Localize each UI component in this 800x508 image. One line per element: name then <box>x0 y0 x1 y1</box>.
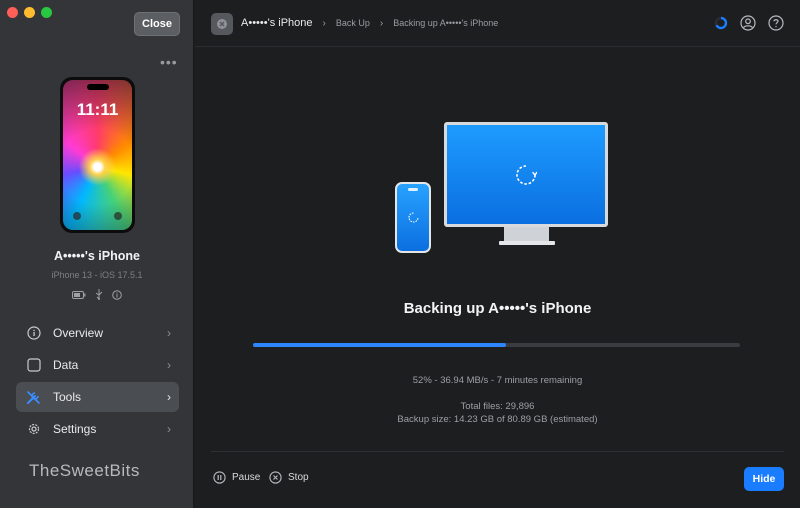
topbar-actions <box>714 15 784 36</box>
breadcrumb-current: Backing up A•••••'s iPhone <box>393 18 499 28</box>
flashlight-icon <box>73 212 81 220</box>
topbar: A•••••'s iPhone › Back Up › Backing up A… <box>195 0 800 46</box>
info-icon[interactable] <box>112 289 122 300</box>
sidebar: Close ••• 11:11 A•••••'s iPhone iPhone 1… <box>0 0 194 508</box>
watermark: TheSweetBits <box>29 461 140 480</box>
breadcrumb-step[interactable]: Back Up <box>336 18 370 28</box>
gear-icon <box>26 422 41 437</box>
pause-label: Pause <box>232 472 261 483</box>
stop-icon <box>269 471 282 484</box>
sidebar-item-label: Tools <box>53 390 82 404</box>
chevron-right-icon: › <box>322 17 326 29</box>
device-badge-icon[interactable] <box>211 13 233 35</box>
sidebar-item-data[interactable]: Data › <box>16 350 179 380</box>
pause-button[interactable]: Pause <box>213 471 260 484</box>
close-button[interactable]: Close <box>134 12 180 36</box>
backup-stats: Total files: 29,896 Backup size: 14.23 G… <box>195 401 800 426</box>
total-files: Total files: 29,896 <box>460 401 535 412</box>
main-panel: A•••••'s iPhone › Back Up › Backing up A… <box>195 0 800 508</box>
sidebar-item-tools[interactable]: Tools › <box>16 382 179 412</box>
hide-button[interactable]: Hide <box>744 467 784 491</box>
pause-icon <box>213 471 226 484</box>
sidebar-item-label: Data <box>53 358 79 372</box>
stop-button[interactable]: Stop <box>269 471 309 484</box>
activity-spinner-icon[interactable] <box>714 16 728 35</box>
sidebar-item-settings[interactable]: Settings › <box>16 414 179 444</box>
breadcrumb-device[interactable]: A•••••'s iPhone <box>241 17 313 29</box>
chevron-right-icon: › <box>379 17 384 29</box>
window-zoom-dot[interactable] <box>41 7 52 18</box>
topbar-divider <box>195 46 800 47</box>
sync-icon <box>397 184 429 251</box>
monitor-base <box>499 241 555 245</box>
backup-progress-bar <box>253 343 740 347</box>
info-icon <box>26 326 41 341</box>
square-icon <box>26 358 41 373</box>
device-name: A•••••'s iPhone <box>54 249 140 263</box>
sidebar-nav: Overview › Data › Tools › Settings › <box>16 318 179 446</box>
chevron-right-icon: › <box>167 422 171 436</box>
backup-illustration <box>395 122 610 257</box>
footer-divider <box>211 451 784 452</box>
ellipsis-icon[interactable]: ••• <box>160 54 178 70</box>
chevron-right-icon: › <box>167 358 171 372</box>
sidebar-item-label: Settings <box>53 422 97 436</box>
phone-icon <box>395 182 431 253</box>
camera-icon <box>114 212 122 220</box>
sync-icon <box>447 125 605 224</box>
device-image: 11:11 <box>60 77 135 233</box>
sidebar-item-overview[interactable]: Overview › <box>16 318 179 348</box>
device-status-icons <box>0 289 194 300</box>
breadcrumb: A•••••'s iPhone › Back Up › Backing up A… <box>241 17 498 29</box>
backup-size: Backup size: 14.23 GB of 80.89 GB (estim… <box>397 413 598 425</box>
backup-progress-fill <box>253 343 507 347</box>
account-icon[interactable] <box>740 15 756 36</box>
chevron-right-icon: › <box>167 390 171 404</box>
usb-icon <box>95 289 103 300</box>
chevron-right-icon: › <box>167 326 171 340</box>
progress-details: 52% - 36.94 MB/s - 7 minutes remaining <box>412 375 583 386</box>
lock-screen-time: 11:11 <box>76 100 119 119</box>
window-minimize-dot[interactable] <box>24 7 35 18</box>
computer-icon <box>444 122 608 227</box>
device-model: iPhone 13 - iOS 17.5.1 <box>51 270 143 280</box>
stop-label: Stop <box>288 472 309 483</box>
window-controls <box>7 7 52 18</box>
backup-status-title: Backing up A•••••'s iPhone <box>403 300 592 317</box>
tools-icon <box>26 390 41 405</box>
help-icon[interactable] <box>768 15 784 36</box>
battery-icon <box>72 290 86 299</box>
sidebar-item-label: Overview <box>53 326 104 340</box>
window-close-dot[interactable] <box>7 7 18 18</box>
